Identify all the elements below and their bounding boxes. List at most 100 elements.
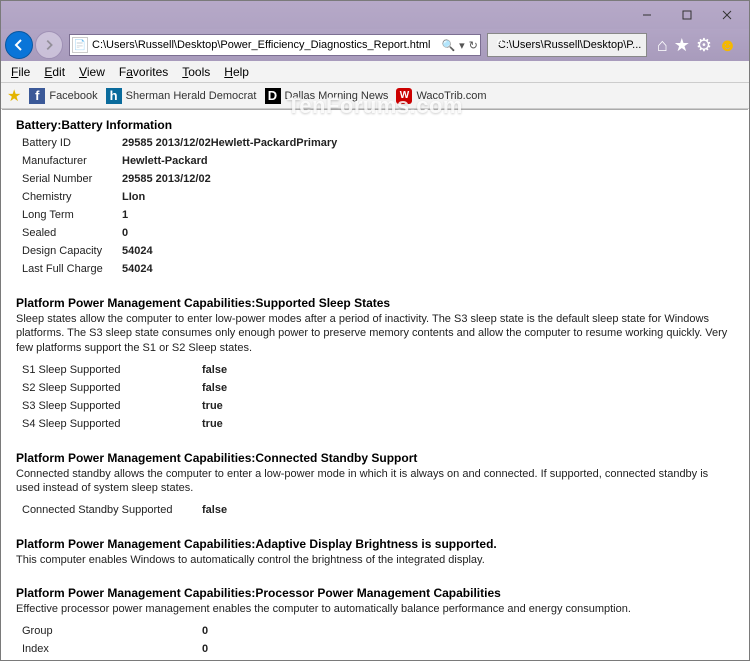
herald-icon: h <box>106 88 122 104</box>
kv-label: S1 Sleep Supported <box>22 364 202 376</box>
fav-waco[interactable]: W WacoTrib.com <box>396 88 486 104</box>
kv-value: 0 <box>122 227 128 239</box>
dropdown-icon[interactable]: ▾ <box>459 39 465 52</box>
menu-file[interactable]: File <box>5 63 36 81</box>
menu-favorites[interactable]: Favorites <box>113 63 174 81</box>
section-heading: Battery:Battery Information <box>16 118 734 132</box>
kv-row: ManufacturerHewlett-Packard <box>22 152 734 170</box>
kv-value: 29585 2013/12/02 <box>122 173 211 185</box>
kv-label: Battery ID <box>22 137 122 149</box>
kv-row: Connected Standby Supportedfalse <box>22 501 734 519</box>
maximize-button[interactable] <box>667 4 707 26</box>
section-heading: Platform Power Management Capabilities:C… <box>16 451 734 465</box>
add-favorite-icon[interactable]: ★ <box>7 86 21 106</box>
tab-strip: C:\Users\Russell\Desktop\P... ✕ <box>487 33 647 57</box>
favorites-icon[interactable]: ★ <box>674 35 690 56</box>
fav-sherman[interactable]: h Sherman Herald Democrat <box>106 88 257 104</box>
kv-row: Battery ID29585 2013/12/02Hewlett-Packar… <box>22 134 734 152</box>
kv-label: Group <box>22 625 202 637</box>
close-button[interactable] <box>707 4 747 26</box>
fav-dmn[interactable]: D Dallas Morning News <box>265 88 389 104</box>
kv-row: S1 Sleep Supportedfalse <box>22 361 734 379</box>
kv-row: Last Full Charge54024 <box>22 260 734 278</box>
navbar: 📄 🔍 ▾ ↻ C:\Users\Russell\Desktop\P... ✕ … <box>1 29 749 61</box>
kv-value: 0 <box>202 643 208 655</box>
menu-bar: File Edit View Favorites Tools Help <box>1 61 749 83</box>
kv-row: Serial Number29585 2013/12/02 <box>22 170 734 188</box>
kv-value: 54024 <box>122 263 153 275</box>
section-heading: Platform Power Management Capabilities:A… <box>16 537 734 551</box>
kv-row: Design Capacity54024 <box>22 242 734 260</box>
kv-value: false <box>202 504 227 516</box>
kv-row: S3 Sleep Supportedtrue <box>22 397 734 415</box>
kv-value: Hewlett-Packard <box>122 155 208 167</box>
tab-active[interactable]: C:\Users\Russell\Desktop\P... ✕ <box>487 33 647 57</box>
fav-label: Facebook <box>49 90 97 102</box>
minimize-button[interactable] <box>627 4 667 26</box>
kv-row: S2 Sleep Supportedfalse <box>22 379 734 397</box>
settings-icon[interactable]: ⚙ <box>696 35 712 56</box>
favorites-bar: ★ f Facebook h Sherman Herald Democrat D… <box>1 83 749 109</box>
page-icon: 📄 <box>72 37 88 53</box>
kv-label: Design Capacity <box>22 245 122 257</box>
menu-help[interactable]: Help <box>218 63 255 81</box>
kv-value: 0 <box>202 625 208 637</box>
kv-row: Group0 <box>22 622 734 640</box>
kv-label: S4 Sleep Supported <box>22 418 202 430</box>
titlebar <box>1 1 749 29</box>
kv-value: true <box>202 418 223 430</box>
kv-value: LIon <box>122 191 145 203</box>
cpu-section: Platform Power Management Capabilities:P… <box>16 586 734 659</box>
kv-row: Idle State Count2 <box>22 658 734 659</box>
section-description: Effective processor power management ena… <box>16 602 734 616</box>
brightness-section: Platform Power Management Capabilities:A… <box>16 537 734 567</box>
standby-section: Platform Power Management Capabilities:C… <box>16 451 734 520</box>
back-button[interactable] <box>5 31 33 59</box>
kv-label: Connected Standby Supported <box>22 504 202 516</box>
kv-value: 54024 <box>122 245 153 257</box>
fav-label: Sherman Herald Democrat <box>126 90 257 102</box>
facebook-icon: f <box>29 88 45 104</box>
fav-label: WacoTrib.com <box>416 90 486 102</box>
battery-table: Battery ID29585 2013/12/02Hewlett-Packar… <box>22 134 734 278</box>
emoji-icon[interactable]: ☻ <box>718 35 737 56</box>
kv-row: ChemistryLIon <box>22 188 734 206</box>
sleep-section: Platform Power Management Capabilities:S… <box>16 296 734 433</box>
home-icon[interactable]: ⌂ <box>657 35 668 56</box>
kv-label: Long Term <box>22 209 122 221</box>
kv-row: Long Term1 <box>22 206 734 224</box>
kv-value: false <box>202 364 227 376</box>
url-input[interactable] <box>92 39 437 51</box>
fav-facebook[interactable]: f Facebook <box>29 88 97 104</box>
kv-row: S4 Sleep Supportedtrue <box>22 415 734 433</box>
fav-label: Dallas Morning News <box>285 90 389 102</box>
menu-edit[interactable]: Edit <box>38 63 71 81</box>
kv-row: Sealed0 <box>22 224 734 242</box>
refresh-icon[interactable]: ↻ <box>469 39 478 52</box>
content-area[interactable]: Battery:Battery Information Battery ID29… <box>2 109 748 659</box>
kv-label: Chemistry <box>22 191 122 203</box>
tab-close-icon[interactable]: ✕ <box>645 39 647 52</box>
cpu-table: Group0Index0Idle State Count2Idle State … <box>22 622 734 659</box>
menu-tools[interactable]: Tools <box>176 63 216 81</box>
kv-value: true <box>202 400 223 412</box>
search-icon[interactable]: 🔍 <box>441 39 455 52</box>
dmn-icon: D <box>265 88 281 104</box>
section-description: Sleep states allow the computer to enter… <box>16 312 734 355</box>
kv-label: Index <box>22 643 202 655</box>
section-description: Connected standby allows the computer to… <box>16 467 734 496</box>
kv-label: Manufacturer <box>22 155 122 167</box>
forward-button[interactable] <box>35 31 63 59</box>
kv-value: 1 <box>122 209 128 221</box>
address-bar[interactable]: 📄 🔍 ▾ ↻ <box>69 34 481 56</box>
menu-view[interactable]: View <box>73 63 111 81</box>
standby-table: Connected Standby Supportedfalse <box>22 501 734 519</box>
section-heading: Platform Power Management Capabilities:P… <box>16 586 734 600</box>
kv-label: S3 Sleep Supported <box>22 400 202 412</box>
kv-label: S2 Sleep Supported <box>22 382 202 394</box>
header-icons: ⌂ ★ ⚙ ☻ <box>649 35 745 56</box>
kv-label: Last Full Charge <box>22 263 122 275</box>
tab-title: C:\Users\Russell\Desktop\P... <box>498 39 641 51</box>
kv-value: 29585 2013/12/02Hewlett-PackardPrimary <box>122 137 337 149</box>
battery-section: Battery:Battery Information Battery ID29… <box>16 118 734 278</box>
